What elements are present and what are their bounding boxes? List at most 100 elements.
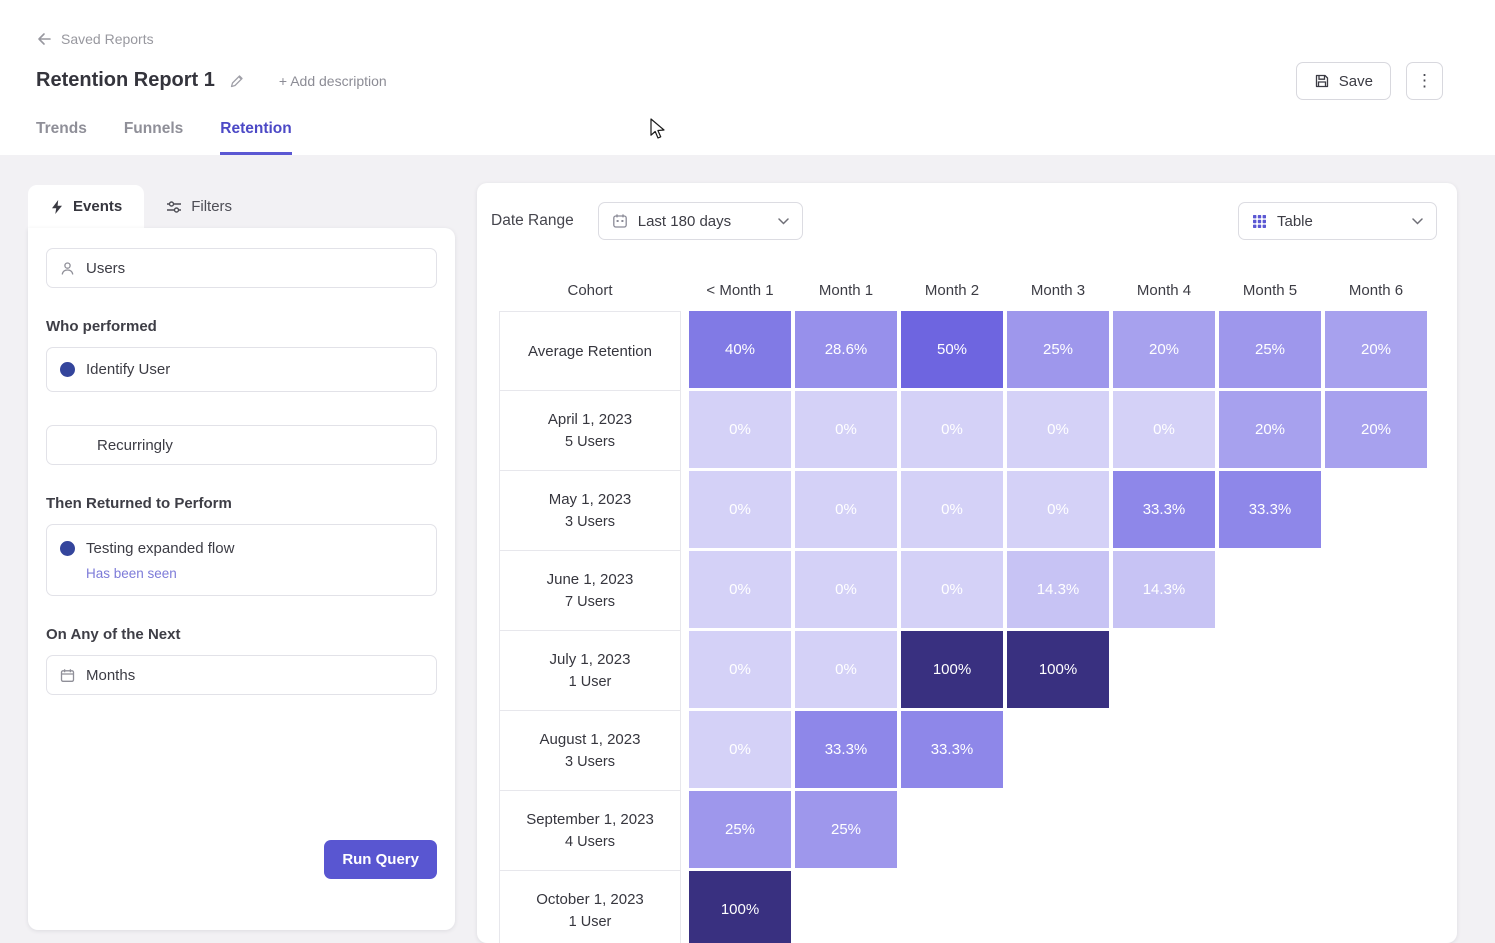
kebab-menu-icon: ⋮ [1416,71,1433,91]
users-selector[interactable]: Users [46,248,437,288]
filters-icon [166,200,182,214]
retention-cell[interactable]: 20% [1113,311,1215,388]
date-range-value: Last 180 days [638,213,731,230]
column-header-month: Month 6 [1325,282,1427,299]
cohort-cell: July 1, 20231 User [499,631,681,711]
events-icon [50,199,64,215]
cohort-label: May 1, 2023 [549,491,632,508]
retention-header-row: Cohort< Month 1Month 1Month 2Month 3Mont… [499,271,1427,309]
retention-cell[interactable]: 0% [689,631,791,708]
time-unit-label: Months [86,667,135,684]
cohort-label: June 1, 2023 [547,571,634,588]
query-builder-panel: Events Filters Users Who performed Ident… [28,185,455,930]
frequency-label: Recurringly [97,437,173,454]
retention-cell[interactable]: 0% [1007,471,1109,548]
retention-cell[interactable]: 50% [901,311,1003,388]
tab-filters-label: Filters [191,198,232,215]
retention-cell[interactable]: 33.3% [901,711,1003,788]
header-actions: Save ⋮ [1296,62,1443,100]
frequency-selector[interactable]: Recurringly [46,425,437,465]
report-panel: Date Range Last 180 days Table Cohort < M… [477,183,1457,943]
column-header-cohort: Cohort [499,282,681,299]
column-header-month: < Month 1 [689,282,791,299]
run-query-button[interactable]: Run Query [324,840,437,879]
cohort-cell: May 1, 20233 Users [499,471,681,551]
edit-pencil-icon [229,73,245,89]
edit-title-button[interactable] [229,73,245,89]
date-range-label: Date Range [491,212,574,230]
retention-cell[interactable]: 14.3% [1007,551,1109,628]
user-icon [60,261,75,276]
tab-events-label: Events [73,198,122,215]
retention-cell[interactable]: 0% [689,551,791,628]
cohort-user-count: 5 Users [565,434,615,450]
cohort-cell: June 1, 2023 7 Users [499,551,681,631]
retention-cell[interactable]: 0% [1007,391,1109,468]
cohort-cell: September 1, 2023 4 Users [499,791,681,871]
cohort-label: April 1, 2023 [548,411,632,428]
retention-cell[interactable]: 33.3% [1113,471,1215,548]
date-range-dropdown[interactable]: Last 180 days [598,202,803,240]
retention-cell[interactable]: 20% [1325,391,1427,468]
retention-cell[interactable]: 0% [689,711,791,788]
view-type-dropdown[interactable]: Table [1238,202,1437,240]
cohort-user-count: 4 Users [565,834,615,850]
back-label: Saved Reports [61,31,154,47]
return-event-selector[interactable]: Testing expanded flow Has been seen [46,524,437,596]
event-dot [60,362,75,377]
retention-cell[interactable]: 14.3% [1113,551,1215,628]
retention-cell[interactable]: 33.3% [795,711,897,788]
return-event-label: Testing expanded flow [86,540,234,557]
retention-cell[interactable]: 0% [1113,391,1215,468]
retention-cell[interactable]: 100% [901,631,1003,708]
retention-cell[interactable]: 25% [1219,311,1321,388]
retention-cell[interactable]: 33.3% [1219,471,1321,548]
retention-cell[interactable]: 20% [1325,311,1427,388]
tab-retention[interactable]: Retention [220,120,291,155]
tab-trends[interactable]: Trends [36,120,87,155]
retention-cell[interactable]: 40% [689,311,791,388]
cohort-label: October 1, 2023 [536,891,644,908]
retention-cell[interactable]: 0% [901,471,1003,548]
save-button[interactable]: Save [1296,62,1391,100]
event-dot [60,541,75,556]
top-bar: Saved Reports Retention Report 1 + Add d… [0,0,1495,155]
column-header-month: Month 5 [1219,282,1321,299]
retention-cell[interactable]: 0% [795,391,897,468]
page-title: Retention Report 1 [36,69,215,92]
retention-cell[interactable]: 0% [689,391,791,468]
retention-cell[interactable]: 0% [689,471,791,548]
title-row: Retention Report 1 + Add description [36,69,387,92]
save-label: Save [1339,73,1373,90]
report-type-tabs: Trends Funnels Retention [36,120,292,155]
back-to-saved-reports[interactable]: Saved Reports [36,31,154,47]
first-event-selector[interactable]: Identify User [46,347,437,392]
more-options-button[interactable]: ⋮ [1406,62,1443,100]
users-selector-label: Users [86,260,125,277]
retention-cell[interactable]: 25% [795,791,897,868]
retention-cell[interactable]: 100% [1007,631,1109,708]
retention-cell[interactable]: 25% [689,791,791,868]
tab-filters[interactable]: Filters [144,185,254,228]
retention-heatmap: 40%28.6%50%25%20%25%20%0%0%0%0%0%20%20%0… [689,311,1427,943]
time-unit-selector[interactable]: Months [46,655,437,695]
return-event-filter-link[interactable]: Has been seen [86,566,177,581]
cohort-label: September 1, 2023 [526,811,654,828]
column-header-month: Month 2 [901,282,1003,299]
retention-cell[interactable]: 28.6% [795,311,897,388]
retention-cell[interactable]: 20% [1219,391,1321,468]
retention-cell[interactable]: 0% [795,551,897,628]
retention-cell[interactable]: 0% [795,631,897,708]
cohort-cell: October 1, 20231 User [499,871,681,943]
retention-cell[interactable]: 0% [901,551,1003,628]
tab-events[interactable]: Events [28,185,144,228]
retention-table: Cohort< Month 1Month 1Month 2Month 3Mont… [499,271,1427,943]
cohort-user-count: 7 Users [565,594,615,610]
retention-cell[interactable]: 0% [901,391,1003,468]
cohort-column: Average RetentionApril 1, 20235 UsersMay… [499,311,681,943]
retention-cell[interactable]: 100% [689,871,791,943]
tab-funnels[interactable]: Funnels [124,120,183,155]
retention-cell[interactable]: 25% [1007,311,1109,388]
retention-cell[interactable]: 0% [795,471,897,548]
add-description-button[interactable]: + Add description [279,73,387,89]
